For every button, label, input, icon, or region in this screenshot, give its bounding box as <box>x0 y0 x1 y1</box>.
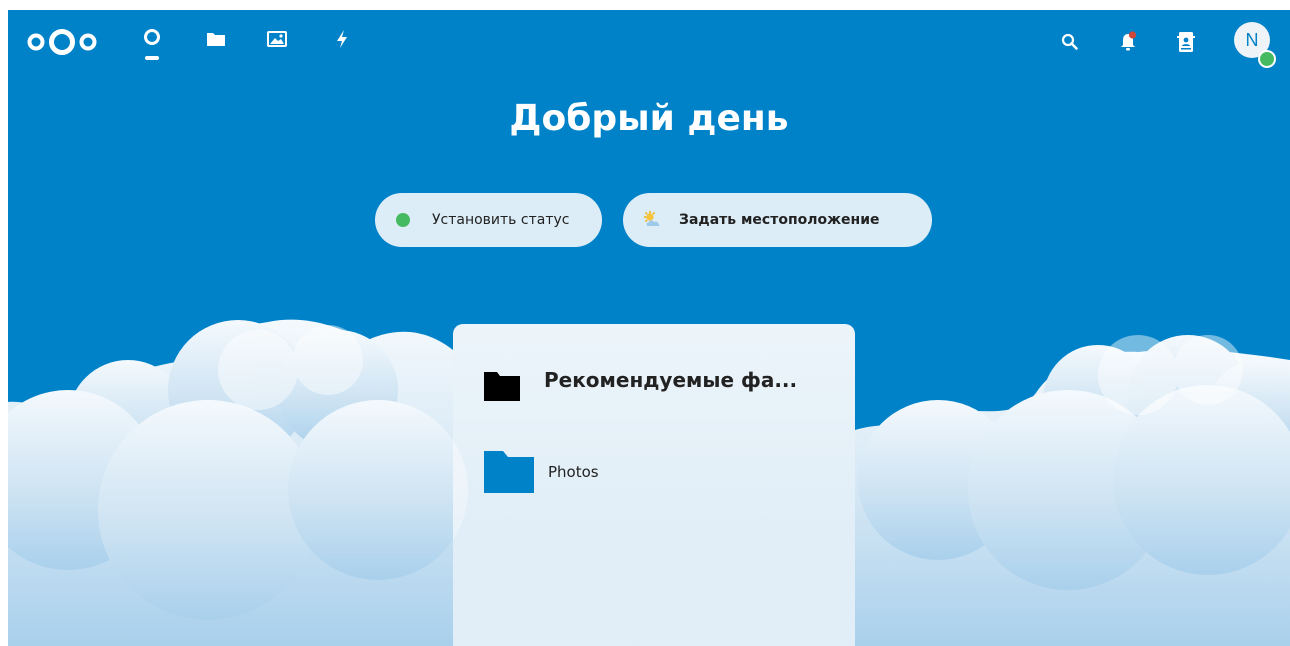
dashboard-frame: N Добрый день Установить статус Задать м… <box>8 10 1290 646</box>
widget-title: Рекомендуемые фа... <box>544 368 798 392</box>
avatar-status-indicator <box>1258 50 1276 68</box>
list-item[interactable]: Photos <box>483 448 823 496</box>
nav-app-dashboard[interactable] <box>138 28 166 60</box>
image-icon <box>267 31 287 47</box>
set-status-label: Установить статус <box>432 212 570 228</box>
online-status-dot <box>396 213 410 227</box>
folder-icon <box>484 372 520 401</box>
nextcloud-logo[interactable] <box>24 28 104 56</box>
dashboard-icon <box>144 29 160 45</box>
set-location-label: Задать местоположение <box>679 212 880 228</box>
folder-icon <box>484 451 534 493</box>
greeting-title: Добрый день <box>509 98 789 139</box>
folder-icon <box>207 33 225 46</box>
notifications-icon[interactable] <box>1116 30 1140 54</box>
weather-sun-cloud-icon <box>644 211 660 226</box>
search-icon[interactable] <box>1058 30 1082 54</box>
set-status-button[interactable]: Установить статус <box>375 193 602 247</box>
contacts-icon[interactable] <box>1174 30 1198 54</box>
active-indicator <box>145 56 159 60</box>
nav-app-files[interactable] <box>202 28 230 60</box>
recommended-files-widget: Рекомендуемые фа... Photos <box>453 324 855 646</box>
top-header: N <box>8 10 1290 74</box>
nav-app-photos[interactable] <box>263 28 291 60</box>
list-item-label: Photos <box>548 463 599 481</box>
lightning-icon <box>337 30 347 48</box>
nav-app-activity[interactable] <box>328 28 356 60</box>
set-location-button[interactable]: Задать местоположение <box>623 193 932 247</box>
